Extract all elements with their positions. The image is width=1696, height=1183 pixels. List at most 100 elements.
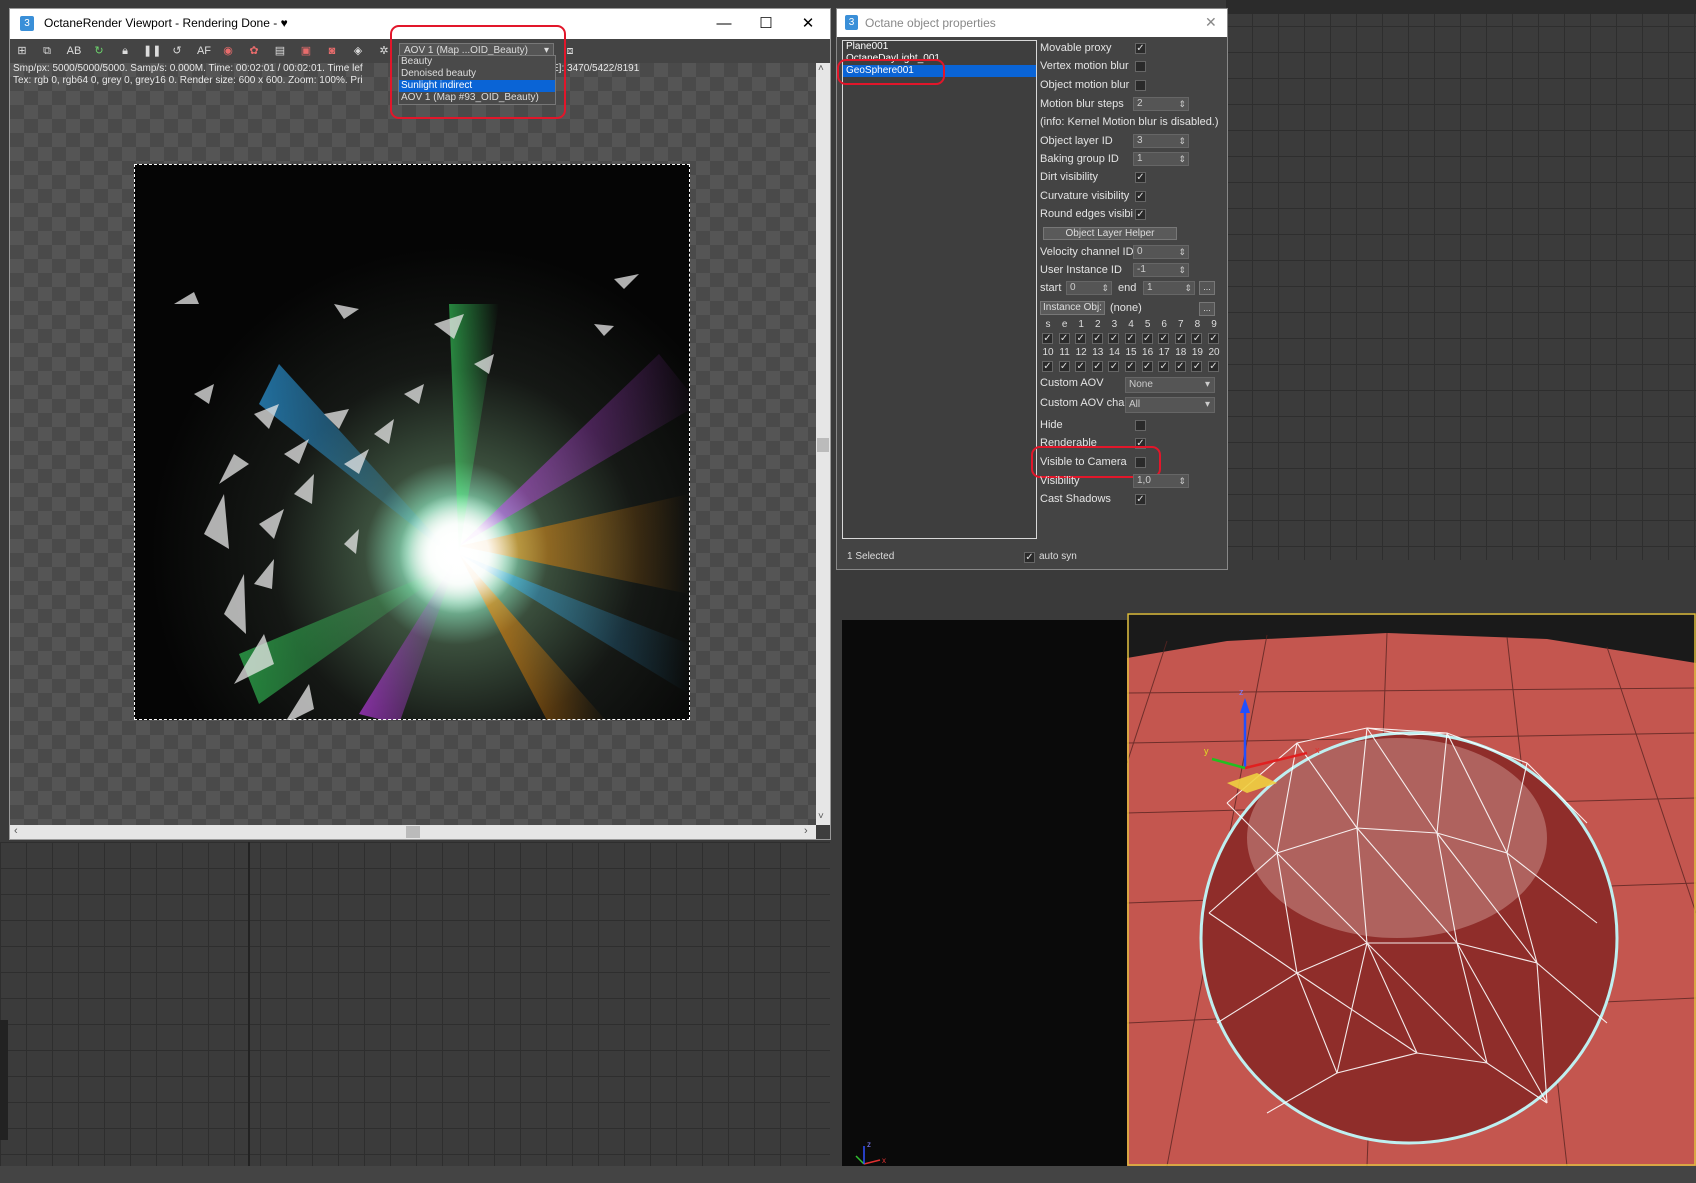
curvature-visibility-label: Curvature visibility — [1040, 190, 1130, 202]
grid-checkbox[interactable]: ✓ — [1208, 333, 1219, 344]
copy-icon[interactable]: ⧉ — [40, 44, 54, 58]
round-edges-visibility-checkbox[interactable]: ✓ — [1135, 209, 1146, 220]
instance-obj-browse-button[interactable]: ... — [1199, 302, 1215, 316]
grid-checkbox[interactable]: ✓ — [1058, 361, 1070, 372]
object-layer-id-spinner[interactable]: 3 — [1133, 134, 1189, 148]
settings-icon[interactable]: ✲ — [377, 44, 391, 58]
grid-label: 12 — [1075, 347, 1087, 358]
instance-obj-button[interactable]: Instance Obj: — [1040, 301, 1105, 315]
vertical-scroll-thumb[interactable] — [817, 438, 829, 452]
close-button[interactable]: ✕ — [798, 14, 818, 34]
save-icon[interactable]: ▣ — [299, 44, 313, 58]
props-window-titlebar[interactable]: 3 Octane object properties ✕ — [837, 9, 1227, 37]
viewport-bottom-left[interactable] — [0, 842, 840, 1182]
perspective-viewport[interactable]: x y z — [1127, 613, 1696, 1166]
object-layer-helper-button[interactable]: Object Layer Helper — [1043, 227, 1177, 240]
auto-sync-checkbox[interactable]: ✓ — [1024, 552, 1035, 563]
end-spinner[interactable]: 1 — [1143, 281, 1195, 295]
grid-checkbox[interactable]: ✓ — [1191, 361, 1203, 372]
color-icon[interactable]: ◉ — [221, 44, 235, 58]
grid-checkbox[interactable]: ✓ — [1075, 333, 1087, 344]
grid-checkbox[interactable]: ✓ — [1158, 361, 1170, 372]
grid-label: 1 — [1078, 319, 1084, 330]
custom-aov-chan-label: Custom AOV chan. — [1040, 397, 1134, 409]
grid-checkbox[interactable]: ✓ — [1108, 361, 1120, 372]
grid-checkbox[interactable]: ✓ — [1075, 361, 1087, 372]
start-label: start — [1040, 282, 1062, 294]
grid-checkbox[interactable]: ✓ — [1058, 333, 1070, 344]
grid-checkbox[interactable]: ✓ — [1091, 333, 1103, 344]
hide-checkbox[interactable] — [1135, 420, 1146, 431]
movable-proxy-checkbox[interactable]: ✓ — [1135, 43, 1146, 54]
minimize-button[interactable]: — — [714, 14, 734, 34]
scroll-down-icon[interactable]: ˅ — [818, 811, 824, 822]
grid-label: 11 — [1059, 347, 1070, 358]
vertical-scrollbar[interactable]: ˄ ˅ — [816, 63, 830, 825]
status-text-line1-left: Smp/px: 5000/5000/5000. Samp/s: 0.000M. … — [13, 63, 363, 74]
user-instance-id-spinner[interactable]: -1 — [1133, 263, 1189, 277]
start-spinner[interactable]: 0 — [1066, 281, 1112, 295]
grid-checkbox[interactable]: ✓ — [1208, 361, 1219, 372]
horizontal-scrollbar[interactable]: ‹ › — [10, 825, 816, 839]
region-icon[interactable]: ⊞ — [15, 44, 29, 58]
lock-icon[interactable]: 🔒︎ — [118, 44, 132, 58]
velocity-channel-id-spinner[interactable]: 0 — [1133, 245, 1189, 259]
visibility-label: Visibility — [1040, 475, 1080, 487]
grid-label: 19 — [1191, 347, 1203, 358]
curvature-visibility-checkbox[interactable]: ✓ — [1135, 191, 1146, 202]
frame-range-browse-button[interactable]: ... — [1199, 281, 1215, 295]
grid-label: 7 — [1178, 319, 1184, 330]
refresh-icon[interactable]: ↻ — [92, 44, 106, 58]
material-icon[interactable]: ◈ — [351, 44, 365, 58]
viewport-bottom-middle[interactable] — [840, 620, 1130, 1180]
af-icon[interactable]: AF — [195, 44, 213, 58]
grid-checkbox[interactable]: ✓ — [1174, 333, 1186, 344]
grid-label: 14 — [1108, 347, 1120, 358]
horizontal-scroll-thumb[interactable] — [406, 826, 420, 838]
viewport-divider — [248, 842, 250, 1182]
maximize-button[interactable]: ☐ — [756, 14, 776, 34]
grid-checkbox[interactable]: ✓ — [1174, 361, 1186, 372]
grid-checkbox[interactable]: ✓ — [1191, 333, 1203, 344]
auto-sync-label: auto syn — [1039, 551, 1077, 562]
grid-checkbox[interactable]: ✓ — [1141, 361, 1153, 372]
object-layer-id-label: Object layer ID — [1040, 135, 1113, 147]
custom-aov-chan-select[interactable]: All — [1125, 397, 1215, 413]
props-window-title: Octane object properties — [865, 16, 996, 30]
grid-checkbox[interactable]: ✓ — [1125, 333, 1136, 344]
visibility-spinner[interactable]: 1,0 — [1133, 474, 1189, 488]
grid-label: 15 — [1125, 347, 1137, 358]
pause-icon[interactable]: ❚❚ — [143, 44, 161, 58]
grid-checkbox[interactable]: ✓ — [1141, 333, 1153, 344]
film-icon[interactable]: ▤ — [273, 44, 287, 58]
grid-label: 2 — [1095, 319, 1101, 330]
grid-checkbox[interactable]: ✓ — [1158, 333, 1170, 344]
scroll-left-icon[interactable]: ‹ — [14, 825, 18, 837]
custom-aov-select[interactable]: None — [1125, 377, 1215, 393]
motion-blur-steps-spinner[interactable]: 2 — [1133, 97, 1189, 111]
status-text-line2-left: Tex: rgb 0, rgb64 0, grey 0, grey16 0. R… — [13, 75, 363, 86]
clear-icon[interactable]: ✿ — [247, 44, 261, 58]
list-item-plane[interactable]: Plane001 — [843, 41, 1036, 53]
dirt-visibility-checkbox[interactable]: ✓ — [1135, 172, 1146, 183]
camera-icon[interactable]: ◙ — [325, 44, 339, 58]
grid-checkbox[interactable]: ✓ — [1108, 333, 1120, 344]
object-motion-blur-checkbox[interactable] — [1135, 80, 1146, 91]
viewport-top-right[interactable] — [1226, 0, 1696, 560]
gizmo-x-label: x — [1315, 745, 1320, 755]
grid-checkbox[interactable]: ✓ — [1042, 361, 1053, 372]
scroll-right-icon[interactable]: › — [804, 825, 808, 837]
vertex-motion-blur-checkbox[interactable] — [1135, 61, 1146, 72]
cast-shadows-checkbox[interactable]: ✓ — [1135, 494, 1146, 505]
grid-label: 17 — [1158, 347, 1170, 358]
grid-checkbox[interactable]: ✓ — [1091, 361, 1103, 372]
restart-icon[interactable]: ↺ — [170, 44, 184, 58]
grid-checkbox[interactable]: ✓ — [1042, 333, 1053, 344]
gizmo-y-label: y — [1204, 746, 1209, 756]
baking-group-id-spinner[interactable]: 1 — [1133, 152, 1189, 166]
scroll-up-icon[interactable]: ˄ — [818, 63, 824, 74]
grid-label: 3 — [1111, 319, 1118, 330]
grid-checkbox[interactable]: ✓ — [1125, 361, 1136, 372]
ab-compare-icon[interactable]: AB — [65, 44, 83, 58]
close-icon[interactable]: ✕ — [1205, 14, 1217, 31]
